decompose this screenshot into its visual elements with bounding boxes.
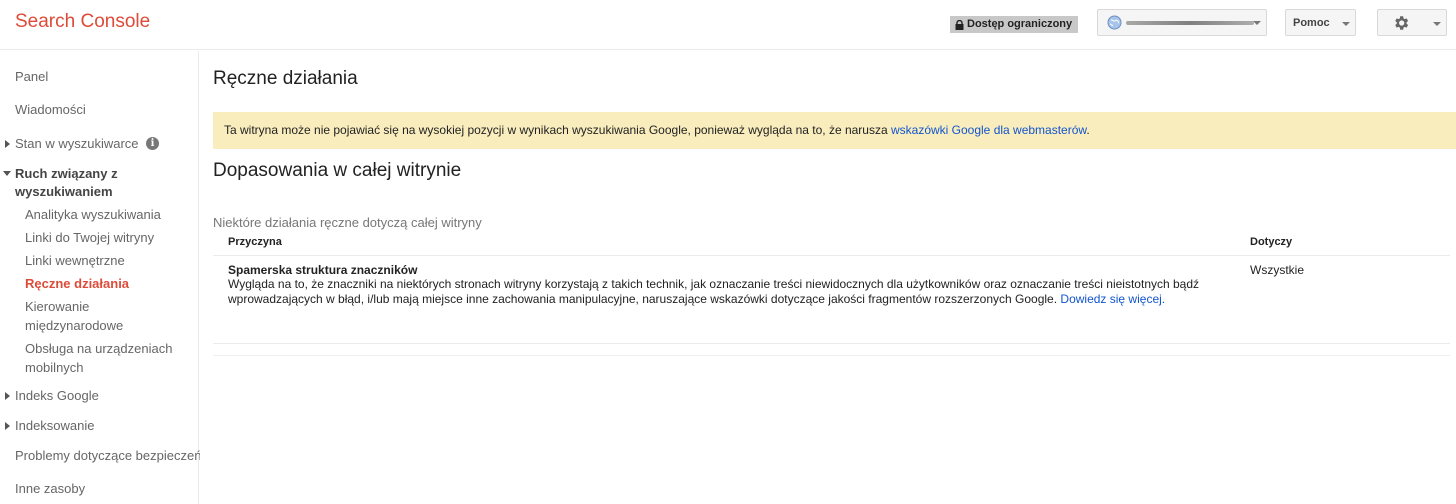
warning-end: . (1086, 123, 1090, 137)
section-title: Dopasowania w całej witrynie (213, 160, 462, 181)
property-url-redacted (1126, 21, 1254, 25)
sidebar-item-links-to-site[interactable]: Linki do Twojej witryny (25, 229, 154, 247)
manual-action-description-text: Wygląda na to, że znaczniki na niektóryc… (228, 277, 1200, 306)
sidebar-item-other-resources[interactable]: Inne zasoby (15, 480, 85, 498)
page-title: Ręczne działania (213, 68, 358, 89)
app-title[interactable]: Search Console (15, 11, 150, 33)
header-bar: Search Console Dostęp ograniczony Pomoc (0, 0, 1456, 50)
sidebar-item-google-index[interactable]: Indeks Google (15, 387, 99, 405)
sidebar-item-intl-targeting-line1[interactable]: Kierowanie (25, 298, 89, 316)
table-header-divider (213, 255, 1450, 256)
sidebar-item-mobile-usability-line2[interactable]: mobilnych (25, 359, 84, 377)
manual-action-applies: Wszystkie (1250, 263, 1304, 277)
chevron-down-icon (1253, 21, 1261, 25)
expand-arrow-icon[interactable] (5, 140, 10, 148)
restricted-access-label: Dostęp ograniczony (967, 18, 1073, 30)
sidebar-item-search-traffic[interactable]: Ruch związany z wyszukiwaniem (15, 165, 165, 201)
manual-action-description: Wygląda na to, że znaczniki na niektóryc… (228, 277, 1246, 307)
sidebar-item-internal-links[interactable]: Linki wewnętrzne (25, 252, 125, 270)
chevron-down-icon (1433, 22, 1441, 26)
table-row-divider (213, 343, 1450, 344)
help-button[interactable]: Pomoc (1285, 9, 1356, 36)
sidebar-item-intl-targeting-line2[interactable]: międzynarodowe (25, 317, 123, 335)
sidebar-item-messages[interactable]: Wiadomości (15, 101, 86, 119)
table-bottom-divider (213, 355, 1450, 356)
column-header-reason: Przyczyna (228, 236, 282, 248)
settings-button[interactable] (1377, 9, 1447, 36)
warning-text: Ta witryna może nie pojawiać się na wyso… (224, 123, 891, 137)
section-subtitle: Niektóre działania ręczne dotyczą całej … (213, 215, 482, 230)
expand-arrow-icon[interactable] (5, 392, 10, 400)
restricted-access-badge: Dostęp ograniczony (950, 16, 1079, 33)
sidebar-item-panel[interactable]: Panel (15, 68, 48, 86)
expand-arrow-icon[interactable] (5, 422, 10, 430)
sidebar-item-manual-actions[interactable]: Ręczne działania (25, 275, 129, 293)
sidebar-item-search-analytics[interactable]: Analityka wyszukiwania (25, 206, 161, 224)
sidebar-item-crawl[interactable]: Indeksowanie (15, 417, 95, 435)
gear-icon (1392, 14, 1410, 32)
help-button-label: Pomoc (1293, 17, 1330, 29)
manual-action-title: Spamerska struktura znaczników (228, 263, 418, 277)
sidebar-item-security-issues[interactable]: Problemy dotyczące bezpieczeństwa (15, 447, 200, 465)
sidebar-item-mobile-usability-line1[interactable]: Obsługa na urządzeniach (25, 340, 172, 358)
collapse-arrow-icon[interactable] (3, 171, 11, 176)
info-icon[interactable]: i (146, 137, 159, 150)
sidebar-nav: Panel Wiadomości Stan w wyszukiwarce i R… (0, 51, 200, 504)
learn-more-link[interactable]: Dowiedz się więcej. (1060, 292, 1165, 306)
chevron-down-icon (1342, 22, 1350, 26)
property-selector[interactable] (1097, 9, 1267, 36)
sidebar-item-search-appearance[interactable]: Stan w wyszukiwarce (15, 135, 139, 153)
globe-icon (1107, 15, 1122, 30)
warning-banner: Ta witryna może nie pojawiać się na wyso… (213, 112, 1456, 149)
lock-icon (955, 19, 964, 30)
webmaster-guidelines-link[interactable]: wskazówki Google dla webmasterów (891, 123, 1086, 137)
column-header-applies: Dotyczy (1250, 236, 1293, 248)
